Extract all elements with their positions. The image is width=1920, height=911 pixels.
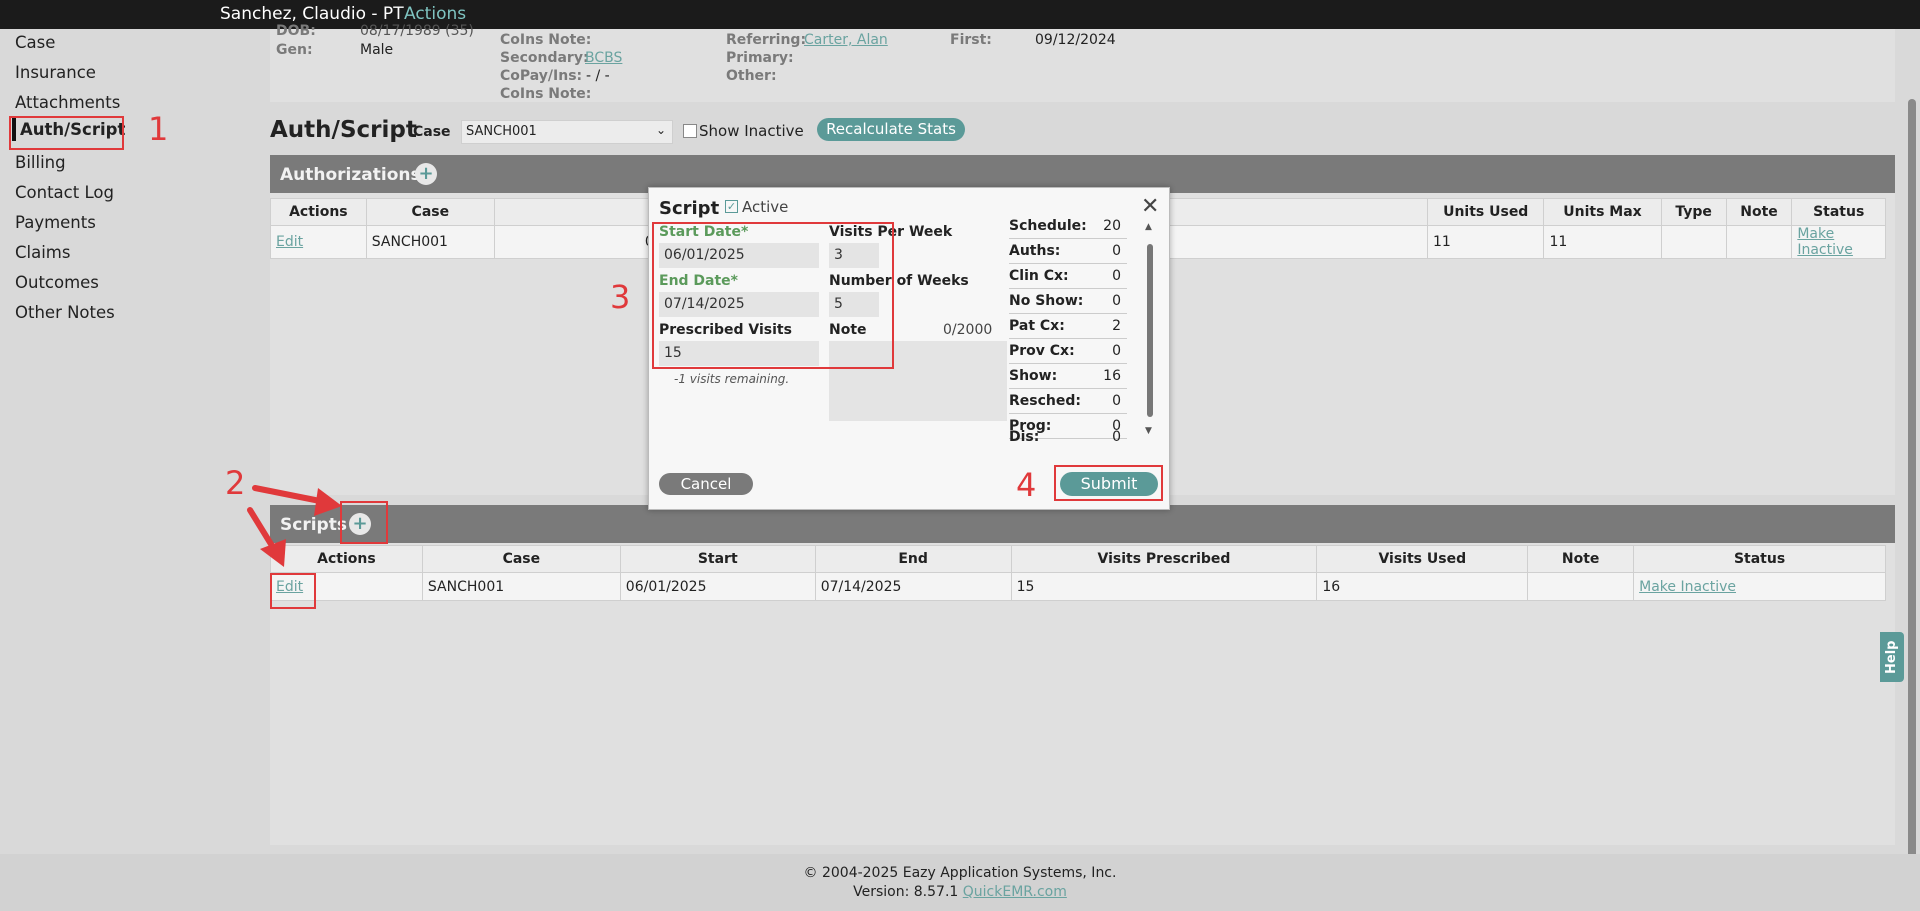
column-header: End <box>814 545 1012 573</box>
copay-value: - / - <box>586 68 610 84</box>
show-inactive-label: Show Inactive <box>699 122 804 140</box>
highlight-submit <box>1054 465 1163 501</box>
table-header-row: Actions Case Start End Visits Prescribed… <box>270 545 1886 573</box>
script-make-inactive-link[interactable]: Make Inactive <box>1639 579 1736 595</box>
quickemr-link[interactable]: QuickEMR.com <box>963 884 1067 900</box>
auth-units-max-cell: 11 <box>1543 225 1662 259</box>
patient-header: DOB: 08/17/1989 (35) Gen: Male CoIns Not… <box>270 23 1895 102</box>
highlight-form-fields <box>652 222 894 369</box>
page-title: Auth/Script <box>270 117 417 143</box>
scripts-header: Scripts + <box>270 505 1895 543</box>
first-value: 09/12/2024 <box>1035 32 1116 48</box>
first-label: First: <box>950 32 992 48</box>
auth-units-used-cell: 11 <box>1426 225 1545 259</box>
active-checkbox[interactable]: ✓ <box>725 200 738 213</box>
column-header: Actions <box>270 198 367 226</box>
table-row: Edit SANCH001 06/01/2025 07/14/2025 15 1… <box>270 572 1886 601</box>
primary-label: Primary: <box>726 50 794 66</box>
sidebar-item-insurance[interactable]: Insurance <box>15 63 96 82</box>
stat-row: Schedule: 20 <box>1009 214 1127 239</box>
stat-row: Auths: 0 <box>1009 239 1127 264</box>
version-line: Version: 8.57.1 QuickEMR.com <box>0 883 1920 902</box>
sidebar-item-outcomes[interactable]: Outcomes <box>15 273 99 292</box>
stats-scrollbar[interactable]: ▲ ▼ <box>1145 222 1154 443</box>
column-header: Case <box>365 198 495 226</box>
highlight-edit-script <box>270 573 316 609</box>
stat-row: No Show: 0 <box>1009 289 1127 314</box>
secondary-label: Secondary: <box>500 50 589 66</box>
scripts-table: Actions Case Start End Visits Prescribed… <box>270 545 1886 601</box>
highlight-auth-script <box>9 116 124 150</box>
coins-note2-label: CoIns Note: <box>500 86 592 102</box>
annotation-number: 1 <box>148 110 169 148</box>
stat-row: Dis: 0 <box>1009 429 1121 445</box>
column-header: Start <box>619 545 816 573</box>
stat-row: Pat Cx: 2 <box>1009 314 1127 339</box>
column-header: Case <box>421 545 621 573</box>
script-end-cell: 07/14/2025 <box>814 572 1012 601</box>
column-header: Visits Used <box>1316 545 1529 573</box>
stat-row: Resched: 0 <box>1009 389 1127 414</box>
annotation-number: 4 <box>1016 466 1037 504</box>
auth-make-inactive-link[interactable]: Make Inactive <box>1797 226 1853 258</box>
case-select-value: SANCH001 <box>466 124 537 139</box>
referring-label: Referring: <box>726 32 807 48</box>
show-inactive-checkbox[interactable] <box>683 124 697 138</box>
script-prescribed-cell: 15 <box>1010 572 1318 601</box>
sidebar-item-other-notes[interactable]: Other Notes <box>15 303 115 322</box>
annotation-number: 2 <box>225 464 246 502</box>
stat-row: Clin Cx: 0 <box>1009 264 1127 289</box>
column-header: Status <box>1633 545 1886 573</box>
gen-label: Gen: <box>276 42 313 58</box>
column-header: Type <box>1660 198 1727 226</box>
sidebar-item-payments[interactable]: Payments <box>15 213 96 232</box>
cancel-button[interactable]: Cancel <box>659 473 753 495</box>
footer: © 2004-2025 Eazy Application Systems, In… <box>0 854 1920 911</box>
add-authorization-icon[interactable]: + <box>415 163 437 185</box>
case-select[interactable]: SANCH001 ⌄ <box>461 120 673 144</box>
dob-value: 08/17/1989 (35) <box>360 23 474 39</box>
script-case-cell: SANCH001 <box>421 572 621 601</box>
patient-name: Sanchez, Claudio - PT <box>220 4 404 24</box>
script-start-cell: 06/01/2025 <box>619 572 816 601</box>
arrow-icon <box>247 507 286 567</box>
copyright-text: © 2004-2025 Eazy Application Systems, In… <box>803 865 1117 881</box>
actions-menu[interactable]: Actions <box>404 4 466 24</box>
secondary-link[interactable]: BCBS <box>585 50 622 66</box>
stat-row: Show: 16 <box>1009 364 1127 389</box>
recalculate-stats-button[interactable]: Recalculate Stats <box>817 118 965 141</box>
sidebar: Case Insurance Attachments Auth/Script B… <box>0 29 250 854</box>
sidebar-item-contact-log[interactable]: Contact Log <box>15 183 114 202</box>
sidebar-item-attachments[interactable]: Attachments <box>15 93 120 112</box>
help-tab[interactable]: Help <box>1880 632 1904 682</box>
stat-row-clipped: Dis: 0 <box>1009 424 1127 448</box>
script-used-cell: 16 <box>1316 572 1529 601</box>
stat-row: Prov Cx: 0 <box>1009 339 1127 364</box>
annotation-number: 3 <box>610 278 631 316</box>
gen-value: Male <box>360 42 394 58</box>
page-scrollbar[interactable] <box>1904 29 1920 869</box>
script-note-cell <box>1527 572 1635 601</box>
sidebar-item-claims[interactable]: Claims <box>15 243 70 262</box>
copay-label: CoPay/Ins: <box>500 68 583 84</box>
column-header: Units Max <box>1543 198 1662 226</box>
sidebar-item-billing[interactable]: Billing <box>15 153 66 172</box>
auth-edit-link[interactable]: Edit <box>276 234 303 250</box>
column-header: Units Used <box>1426 198 1545 226</box>
chevron-down-icon: ⌄ <box>655 123 666 137</box>
coins-note-label: CoIns Note: <box>500 32 592 48</box>
column-header: Visits Prescribed <box>1010 545 1318 573</box>
column-header: Status <box>1791 198 1886 226</box>
other-label: Other: <box>726 68 777 84</box>
column-header: Note <box>1527 545 1635 573</box>
dob-label: DOB: <box>276 23 316 39</box>
auth-case-cell: SANCH001 <box>365 225 495 259</box>
sidebar-item-case[interactable]: Case <box>15 33 55 52</box>
column-header: Note <box>1725 198 1793 226</box>
referring-link[interactable]: Carter, Alan <box>804 32 888 48</box>
authorizations-title: Authorizations <box>280 165 421 185</box>
case-label: Case <box>413 124 451 140</box>
version-text: Version: 8.57.1 <box>853 884 959 900</box>
